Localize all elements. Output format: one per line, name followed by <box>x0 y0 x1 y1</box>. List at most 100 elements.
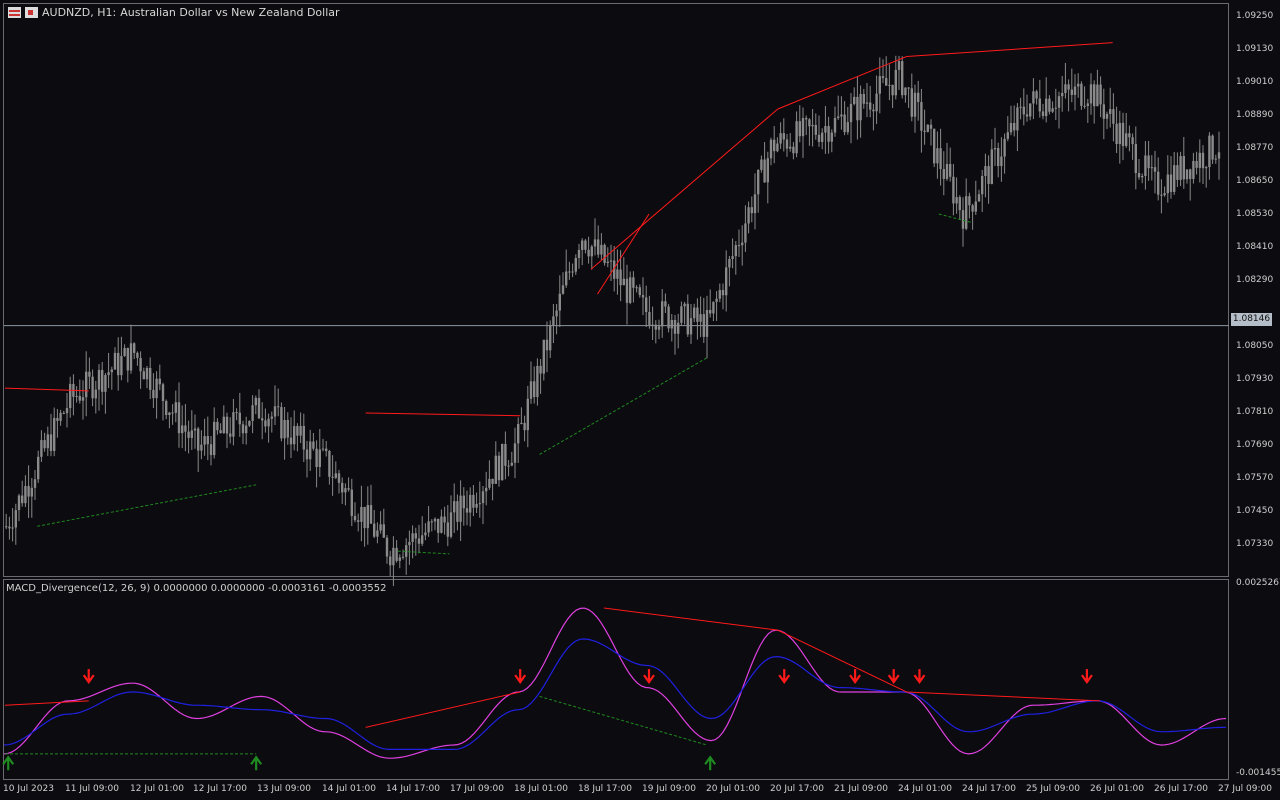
candle-body <box>417 538 421 544</box>
candle-body <box>321 448 325 450</box>
candle-body <box>165 400 168 416</box>
candle-body <box>33 479 37 488</box>
candle-body <box>1214 158 1217 160</box>
signal-series-line <box>3 638 1227 751</box>
candle-body <box>232 412 235 437</box>
candle-body <box>369 505 373 524</box>
time-tick-label: 24 Jul 17:00 <box>962 784 1016 794</box>
time-tick-label: 17 Jul 09:00 <box>450 784 504 794</box>
candle-body <box>1176 165 1179 180</box>
candle-body <box>69 383 72 409</box>
candle-body <box>1157 171 1160 195</box>
candle-body <box>721 290 725 296</box>
candle-body <box>1035 91 1038 99</box>
candle-body <box>968 196 971 206</box>
candle-body <box>952 176 955 204</box>
candle-body <box>619 269 622 286</box>
candle-body <box>603 244 606 263</box>
price-tick-label: 1.07930 <box>1236 374 1274 384</box>
candle-body <box>718 290 721 299</box>
candle-body <box>965 196 968 229</box>
candle-body <box>837 116 840 118</box>
candle-body <box>872 109 875 112</box>
chart-menu-icon[interactable] <box>8 7 21 18</box>
candle-body <box>270 416 273 419</box>
candle-body <box>904 87 907 96</box>
candle-body <box>433 518 437 522</box>
candle-body <box>1109 109 1112 114</box>
candle-body <box>715 298 718 302</box>
candle-body <box>344 488 347 493</box>
candle-body <box>971 205 974 212</box>
candle-body <box>88 371 91 377</box>
candle-body <box>465 508 469 513</box>
candle-body <box>245 425 248 434</box>
candle-body <box>347 488 350 490</box>
candle-body <box>814 124 817 135</box>
candle-body <box>97 369 101 390</box>
candle-body <box>776 143 779 152</box>
candle-body <box>539 365 542 374</box>
candle-body <box>1208 135 1211 168</box>
candle-body <box>46 434 49 449</box>
candle-body <box>398 557 401 561</box>
time-tick-label: 11 Jul 09:00 <box>65 784 119 794</box>
candle-body <box>648 312 651 326</box>
trade-panel-icon[interactable] <box>25 7 38 18</box>
candle-body <box>977 194 981 202</box>
candle-body <box>341 482 344 493</box>
candle-body <box>1061 92 1064 97</box>
candle-body <box>926 124 929 132</box>
candle-body <box>414 533 417 539</box>
candle-body <box>27 486 30 497</box>
candle-body <box>677 322 680 334</box>
candle-body <box>142 371 145 380</box>
candle-body <box>702 314 705 337</box>
candle-body <box>382 524 385 538</box>
candle-body <box>78 395 81 401</box>
candle-body <box>104 375 107 392</box>
candle-body <box>1125 133 1128 147</box>
candle-body <box>1038 98 1041 112</box>
candle-body <box>1150 167 1153 169</box>
candle-body <box>133 343 136 353</box>
candle-body <box>923 130 926 132</box>
candle-body <box>171 412 174 414</box>
candle-body <box>1141 176 1144 178</box>
candle-body <box>817 134 821 142</box>
candle-body <box>753 194 757 214</box>
candle-body <box>1144 155 1147 177</box>
candle-body <box>1045 98 1048 117</box>
candle-body <box>670 320 673 329</box>
chart-canvas[interactable] <box>0 0 1280 800</box>
candle-body <box>558 293 561 311</box>
candle-body <box>421 535 424 544</box>
candle-body <box>158 378 161 385</box>
time-tick-label: 10 Jul 2023 <box>3 784 54 794</box>
candle-body <box>929 124 933 129</box>
time-tick-label: 19 Jul 09:00 <box>642 784 696 794</box>
candle-body <box>139 357 142 372</box>
candle-body <box>81 397 85 401</box>
price-tick-label: 1.08050 <box>1236 341 1274 351</box>
candle-body <box>49 434 53 451</box>
candle-body <box>1128 133 1131 138</box>
candle-body <box>987 166 990 184</box>
price-tick-label: 1.07690 <box>1236 440 1274 450</box>
candle-body <box>405 545 408 557</box>
candle-body <box>974 201 977 212</box>
candle-body <box>661 301 664 327</box>
candle-body <box>1070 89 1073 95</box>
candle-body <box>769 139 773 159</box>
candle-body <box>824 126 827 133</box>
candle-body <box>581 240 584 250</box>
candle-body <box>984 166 987 177</box>
price-tick-label: 1.08770 <box>1236 143 1274 153</box>
candle-body <box>1166 174 1169 194</box>
bearish-divergence-line <box>365 412 521 417</box>
candle-body <box>1169 174 1173 192</box>
candle-body <box>763 159 766 183</box>
candle-body <box>1019 106 1022 108</box>
candle-body <box>629 277 632 303</box>
candle-body <box>181 425 184 434</box>
